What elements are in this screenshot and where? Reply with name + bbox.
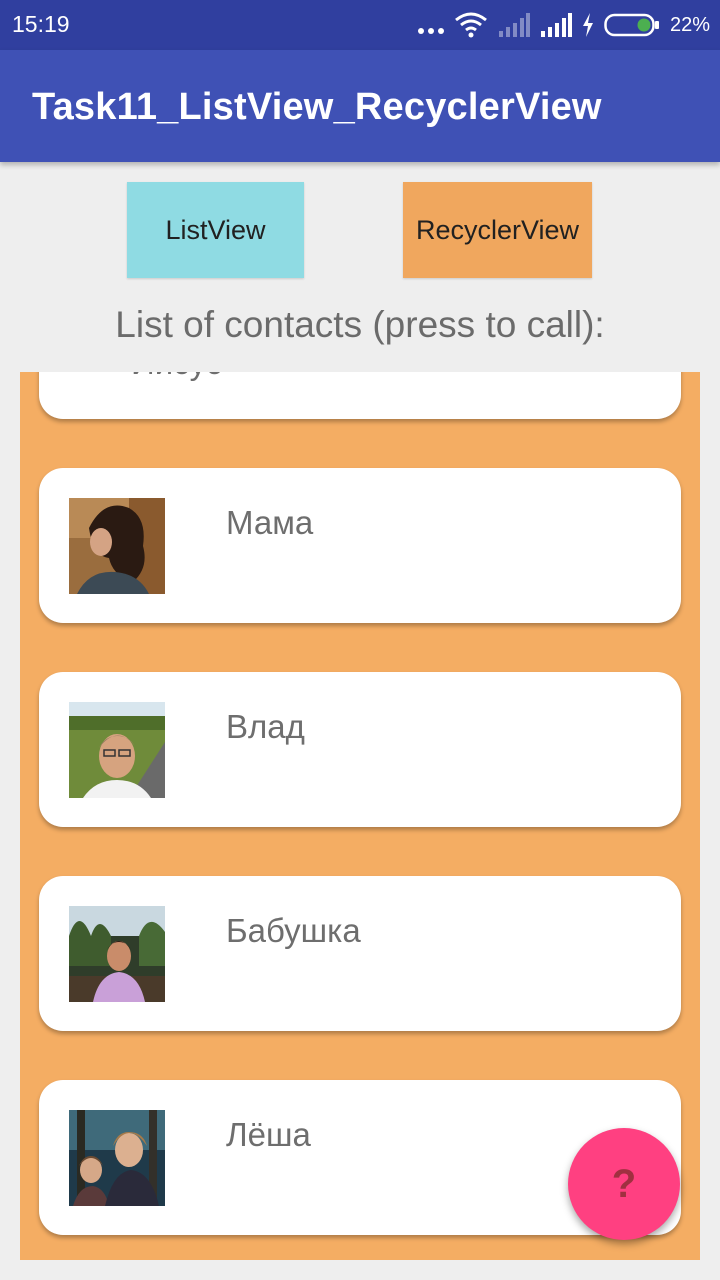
contact-photo: [69, 1110, 165, 1206]
question-icon: ?: [611, 1161, 637, 1206]
listview-button[interactable]: ListView: [127, 182, 304, 278]
contact-name: Мама: [226, 504, 314, 541]
signal-icon: [540, 13, 572, 37]
app-title: Task11_ListView_RecyclerView: [32, 86, 602, 128]
contact-name: Бабушка: [226, 912, 361, 949]
contact-card[interactable]: Бабушка: [39, 876, 681, 1031]
contact-card[interactable]: Влад: [39, 672, 681, 827]
status-time: 15:19: [12, 11, 70, 37]
contacts-heading: List of contacts (press to call):: [115, 304, 605, 345]
battery-percentage: 22%: [669, 13, 710, 36]
wifi-icon: [455, 12, 487, 38]
contact-photo: [69, 498, 165, 594]
battery-icon: [604, 13, 659, 37]
contacts-list[interactable]: Иисус Мама: [20, 372, 700, 1260]
contact-name: Влад: [226, 708, 305, 745]
app-bar: Task11_ListView_RecyclerView: [0, 50, 720, 162]
contact-card[interactable]: Мама: [39, 468, 681, 623]
contact-photo: [69, 702, 165, 798]
status-icons: 22%: [417, 9, 710, 41]
signal-empty-icon: [498, 13, 530, 37]
contact-card[interactable]: Иисус: [39, 372, 681, 419]
contact-name: Лёша: [226, 1116, 311, 1153]
recyclerview-button[interactable]: RecyclerView: [403, 182, 592, 278]
charging-icon: [582, 13, 593, 37]
more-dots-icon: [417, 28, 444, 34]
contact-name: Иисус: [131, 372, 222, 382]
help-fab[interactable]: ?: [568, 1128, 680, 1240]
contact-photo: [69, 906, 165, 1002]
status-bar: 15:19 22%: [0, 0, 720, 50]
